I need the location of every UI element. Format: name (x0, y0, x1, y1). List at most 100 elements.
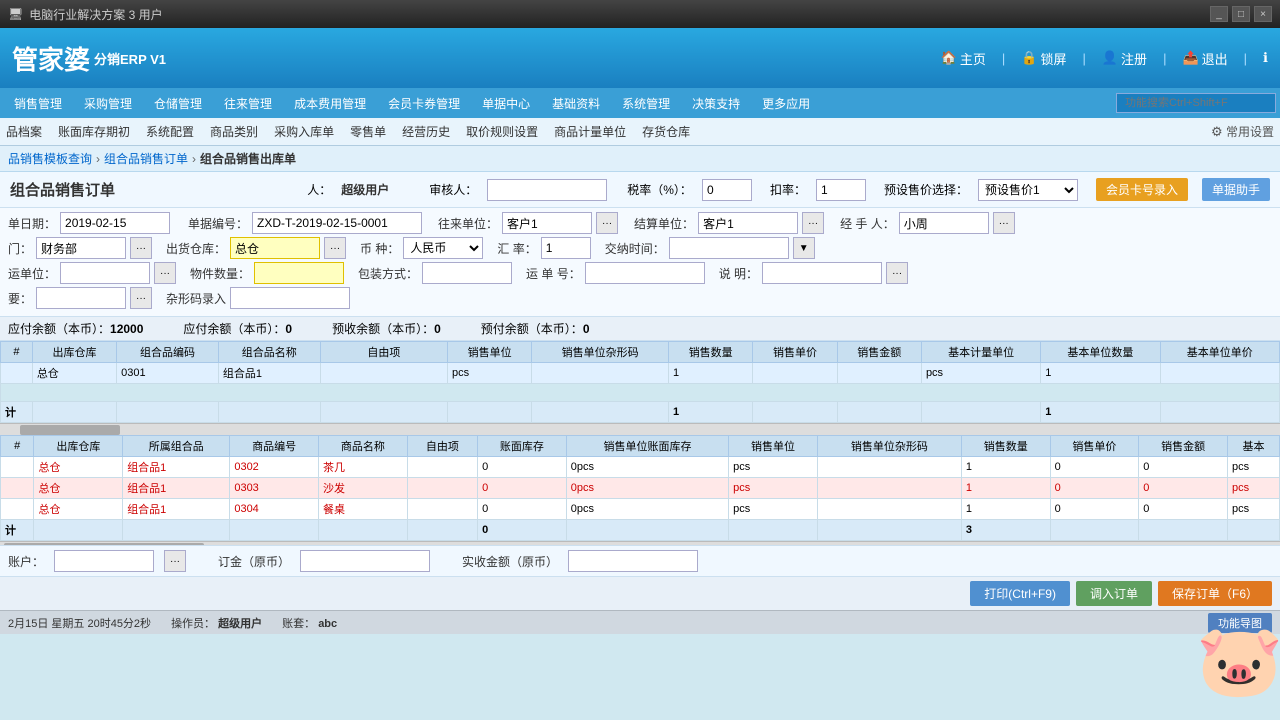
menu-more[interactable]: 更多应用 (752, 91, 820, 116)
toolbar-item-retail[interactable]: 零售单 (350, 123, 386, 140)
help-btn[interactable]: 单据助手 (1202, 178, 1270, 201)
settle-dot-btn[interactable]: ··· (802, 212, 824, 234)
menu-transactions[interactable]: 往来管理 (214, 91, 282, 116)
menu-cost[interactable]: 成本费用管理 (284, 91, 376, 116)
currency-select[interactable]: 人民币 (403, 237, 483, 259)
discount-input[interactable] (816, 179, 866, 201)
info-link[interactable]: ℹ (1263, 50, 1268, 66)
remark-dot-btn[interactable]: ··· (886, 262, 908, 284)
bcol-goods-name: 商品名称 (319, 436, 408, 457)
breadcrumb-item-3: 组合品销售出库单 (200, 150, 296, 167)
presale-select[interactable]: 预设售价1 (978, 179, 1078, 201)
exchange-input[interactable] (541, 237, 591, 259)
ship-unit-input[interactable] (60, 262, 150, 284)
top-table: # 出库仓库 组合品编码 组合品名称 自由项 销售单位 销售单位杂形码 销售数量… (0, 341, 1280, 423)
register-link[interactable]: 👤 注册 (1102, 49, 1147, 68)
menu-bills[interactable]: 单据中心 (472, 91, 540, 116)
table-row[interactable]: 总仓 0301 组合品1 pcs 1 pcs 1 (1, 363, 1280, 384)
home-link[interactable]: 🏠 主页 (941, 49, 986, 68)
import-btn[interactable]: 调入订单 (1076, 581, 1152, 606)
warehouse-input[interactable] (230, 237, 320, 259)
account-input[interactable] (54, 550, 154, 572)
to-unit-dot-btn[interactable]: ··· (596, 212, 618, 234)
menu-member[interactable]: 会员卡券管理 (378, 91, 470, 116)
handler-input[interactable] (899, 212, 989, 234)
waybill-input[interactable] (585, 262, 705, 284)
txn-time-dot-btn[interactable]: ▼ (793, 237, 815, 259)
remark-input[interactable] (762, 262, 882, 284)
pack-input[interactable] (422, 262, 512, 284)
settle-label: 结算单位： (634, 215, 694, 232)
bill-no-input[interactable] (252, 212, 422, 234)
breadcrumb-item-2[interactable]: 组合品销售订单 (104, 150, 188, 167)
bcol-free: 自由项 (407, 436, 477, 457)
auditor-input[interactable] (487, 179, 607, 201)
toolbar-item-purchase-in[interactable]: 采购入库单 (274, 123, 334, 140)
menu-basic[interactable]: 基础资料 (542, 91, 610, 116)
logout-link[interactable]: 📤 退出 (1182, 49, 1227, 68)
settings-button[interactable]: ⚙ 常用设置 (1211, 123, 1274, 140)
minimize-btn[interactable]: _ (1210, 6, 1228, 22)
order-input[interactable] (300, 550, 430, 572)
dept-dot-btn[interactable]: ··· (130, 237, 152, 259)
statusbar: 2月15日 星期五 20时45分2秒 操作员： 超级用户 账套： abc 功能导… (0, 610, 1280, 634)
maximize-btn[interactable]: □ (1232, 6, 1250, 22)
bcol-warehouse: 出库仓库 (34, 436, 123, 457)
toolbar-item-history[interactable]: 经营历史 (402, 123, 450, 140)
barcode-input[interactable] (230, 287, 350, 309)
table-row[interactable]: 总仓 组合品1 0303 沙发 0 0pcs pcs 1 0 0 pcs (1, 478, 1280, 499)
top-table-wrap: # 出库仓库 组合品编码 组合品名称 自由项 销售单位 销售单位杂形码 销售数量… (0, 341, 1280, 435)
bcol-qty: 销售数量 (961, 436, 1050, 457)
ship-unit-dot-btn[interactable]: ··· (154, 262, 176, 284)
to-unit-input[interactable] (502, 212, 592, 234)
func-search-input[interactable] (1116, 93, 1276, 113)
bcol-stock: 账面库存 (478, 436, 567, 457)
member-btn[interactable]: 会员卡号录入 (1096, 178, 1188, 201)
form-area: 单日期： 单据编号： 往来单位： ··· 结算单位： ··· 经 手 人： ··… (0, 208, 1280, 317)
toolbar-item-ledger[interactable]: 账面库存期初 (58, 123, 130, 140)
toolbar-item-sysconfig[interactable]: 系统配置 (146, 123, 194, 140)
close-btn[interactable]: × (1254, 6, 1272, 22)
table-row[interactable]: 总仓 组合品1 0302 茶几 0 0pcs pcs 1 0 0 pcs (1, 457, 1280, 478)
need-dot-btn[interactable]: ··· (130, 287, 152, 309)
toolbar-item-products[interactable]: 品档案 (6, 123, 42, 140)
actual-input[interactable] (568, 550, 698, 572)
breadcrumb-item-1[interactable]: 品销售模板查询 (8, 150, 92, 167)
toolbar-item-price-rules[interactable]: 取价规则设置 (466, 123, 538, 140)
menu-purchase[interactable]: 采购管理 (74, 91, 142, 116)
menu-sales[interactable]: 销售管理 (4, 91, 72, 116)
titlebar-controls[interactable]: _ □ × (1210, 6, 1272, 22)
gear-icon: ⚙ (1211, 124, 1223, 139)
settle-input[interactable] (698, 212, 798, 234)
top-scrollbar[interactable] (0, 423, 1280, 435)
top-scroll-thumb[interactable] (20, 425, 120, 435)
toolbar-item-category[interactable]: 商品类别 (210, 123, 258, 140)
bcol-price: 销售单价 (1050, 436, 1139, 457)
tax-input[interactable] (702, 179, 752, 201)
menu-warehouse[interactable]: 仓储管理 (144, 91, 212, 116)
txn-time-input[interactable] (669, 237, 789, 259)
col-price: 销售单价 (753, 342, 837, 363)
warehouse-dot-btn[interactable]: ··· (324, 237, 346, 259)
table-row[interactable]: 总仓 组合品1 0304 餐桌 0 0pcs pcs 1 0 0 pcs (1, 499, 1280, 520)
need-input[interactable] (36, 287, 126, 309)
mascot: 🐷 (1200, 596, 1280, 696)
dept-label: 门： (8, 240, 32, 257)
menu-decision[interactable]: 决策支持 (682, 91, 750, 116)
breadcrumb: 品销售模板查询 › 组合品销售订单 › 组合品销售出库单 (0, 146, 1280, 172)
print-btn[interactable]: 打印(Ctrl+F9) (970, 581, 1070, 606)
parts-qty-input[interactable] (254, 262, 344, 284)
menu-system[interactable]: 系统管理 (612, 91, 680, 116)
lock-link[interactable]: 🔒 锁屏 (1021, 49, 1066, 68)
order-label: 订金（原币） (218, 553, 290, 570)
col-qty: 销售数量 (669, 342, 753, 363)
handler-dot-btn[interactable]: ··· (993, 212, 1015, 234)
toolbar-item-warehouse[interactable]: 存货仓库 (642, 123, 690, 140)
bcol-no: # (1, 436, 34, 457)
account-dot-btn[interactable]: ··· (164, 550, 186, 572)
toolbar-item-uom[interactable]: 商品计量单位 (554, 123, 626, 140)
dept-input[interactable] (36, 237, 126, 259)
discount-label: 扣率： (770, 181, 806, 198)
date-input[interactable] (60, 212, 170, 234)
titlebar-text: 电脑行业解决方案 3 用户 (29, 6, 162, 23)
